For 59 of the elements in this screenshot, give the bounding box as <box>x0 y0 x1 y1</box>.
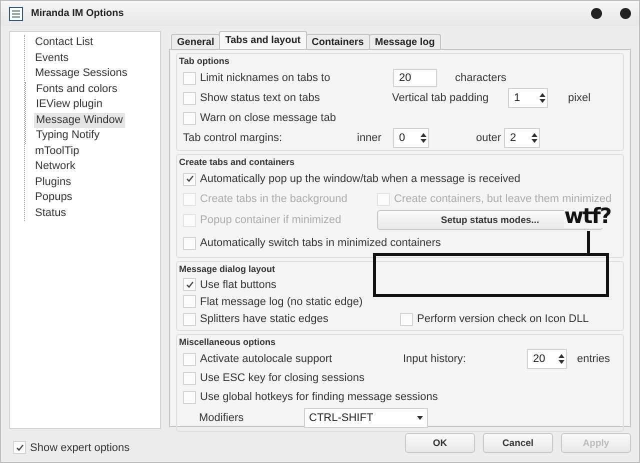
field-label: inner <box>357 132 382 144</box>
checkbox[interactable]: Perform version check on Icon DLL <box>400 312 589 326</box>
spin-field[interactable]: 20 <box>527 349 567 369</box>
checkbox[interactable]: Activate autolocale support <box>183 352 332 366</box>
annotation-line <box>587 231 590 255</box>
unit-label: entries <box>577 353 610 365</box>
tab[interactable]: Tabs and layout <box>219 31 307 49</box>
tab[interactable]: Message log <box>368 34 441 49</box>
tree-item[interactable]: Fonts and colors <box>34 82 120 97</box>
checkmark-icon <box>16 444 24 452</box>
group-title: Tab options <box>179 55 230 68</box>
tree-item[interactable]: mToolTip <box>33 144 82 159</box>
checkbox[interactable]: Use ESC key for closing sessions <box>183 372 364 384</box>
minimize-button[interactable] <box>591 8 602 19</box>
annotation-text: wtf? <box>564 204 611 228</box>
checkmark-icon <box>186 280 194 288</box>
tree-item[interactable]: Message Sessions <box>33 66 130 82</box>
group-title: Create tabs and containers <box>179 156 296 169</box>
group-title: Miscellaneous options <box>179 336 277 349</box>
checkbox[interactable]: Automatically switch tabs in minimized containers <box>183 236 441 250</box>
dropdown-arrow-icon <box>417 416 423 420</box>
spin-field[interactable]: 1 <box>508 88 548 108</box>
tree-item[interactable]: IEView plugin <box>34 97 104 112</box>
checkbox[interactable]: Show expert options <box>13 441 161 454</box>
group-title: Message dialog layout <box>179 263 276 276</box>
checkbox[interactable]: Automatically pop up the window/tab when a message is received <box>183 172 520 186</box>
field-label: Input history: <box>403 353 466 365</box>
tree-item[interactable]: Events <box>33 50 71 66</box>
field-label: Tab control margins: <box>183 132 282 144</box>
checkbox[interactable]: Use flat buttons <box>183 278 276 291</box>
close-button[interactable] <box>620 8 631 19</box>
tree-item[interactable]: Network <box>33 159 78 174</box>
tree-item[interactable]: Popups <box>33 190 74 206</box>
spin-field[interactable]: 2 <box>504 128 540 148</box>
tab[interactable]: General <box>171 34 220 49</box>
field-label: Modifiers <box>199 412 244 424</box>
field-label: Vertical tab padding <box>392 92 489 104</box>
tree-item[interactable]: Status <box>33 206 68 221</box>
checkbox[interactable]: Warn on close message tab <box>183 112 336 124</box>
number-field[interactable]: 20 <box>393 69 437 87</box>
tree-item[interactable]: Message Window <box>34 112 125 128</box>
checkbox[interactable]: Show status text on tabs <box>183 92 320 104</box>
tree-item[interactable]: Typing Notify <box>34 128 102 144</box>
unit-label: pixel <box>568 92 591 104</box>
checkbox[interactable]: Splitters have static edges <box>183 312 328 326</box>
app-icon <box>9 6 23 20</box>
checkbox[interactable]: Use global hotkeys for finding message sessions <box>183 390 438 404</box>
tree-item[interactable]: Plugins <box>33 174 74 190</box>
tree-item[interactable]: Contact List <box>33 35 96 50</box>
modifiers-dropdown[interactable]: CTRL-SHIFT <box>304 408 428 428</box>
field-label: outer <box>476 132 502 144</box>
checkmark-icon <box>186 175 194 183</box>
dialog-button[interactable]: OK <box>405 433 475 453</box>
spin-field[interactable]: 0 <box>393 128 429 148</box>
checkbox[interactable]: Limit nicknames on tabs to <box>183 72 330 84</box>
window-title: Miranda IM Options <box>31 8 125 19</box>
unit-label: characters <box>455 72 506 84</box>
checkbox[interactable]: Flat message log (no static edge) <box>183 295 363 308</box>
dialog-button[interactable]: Cancel <box>483 433 553 453</box>
